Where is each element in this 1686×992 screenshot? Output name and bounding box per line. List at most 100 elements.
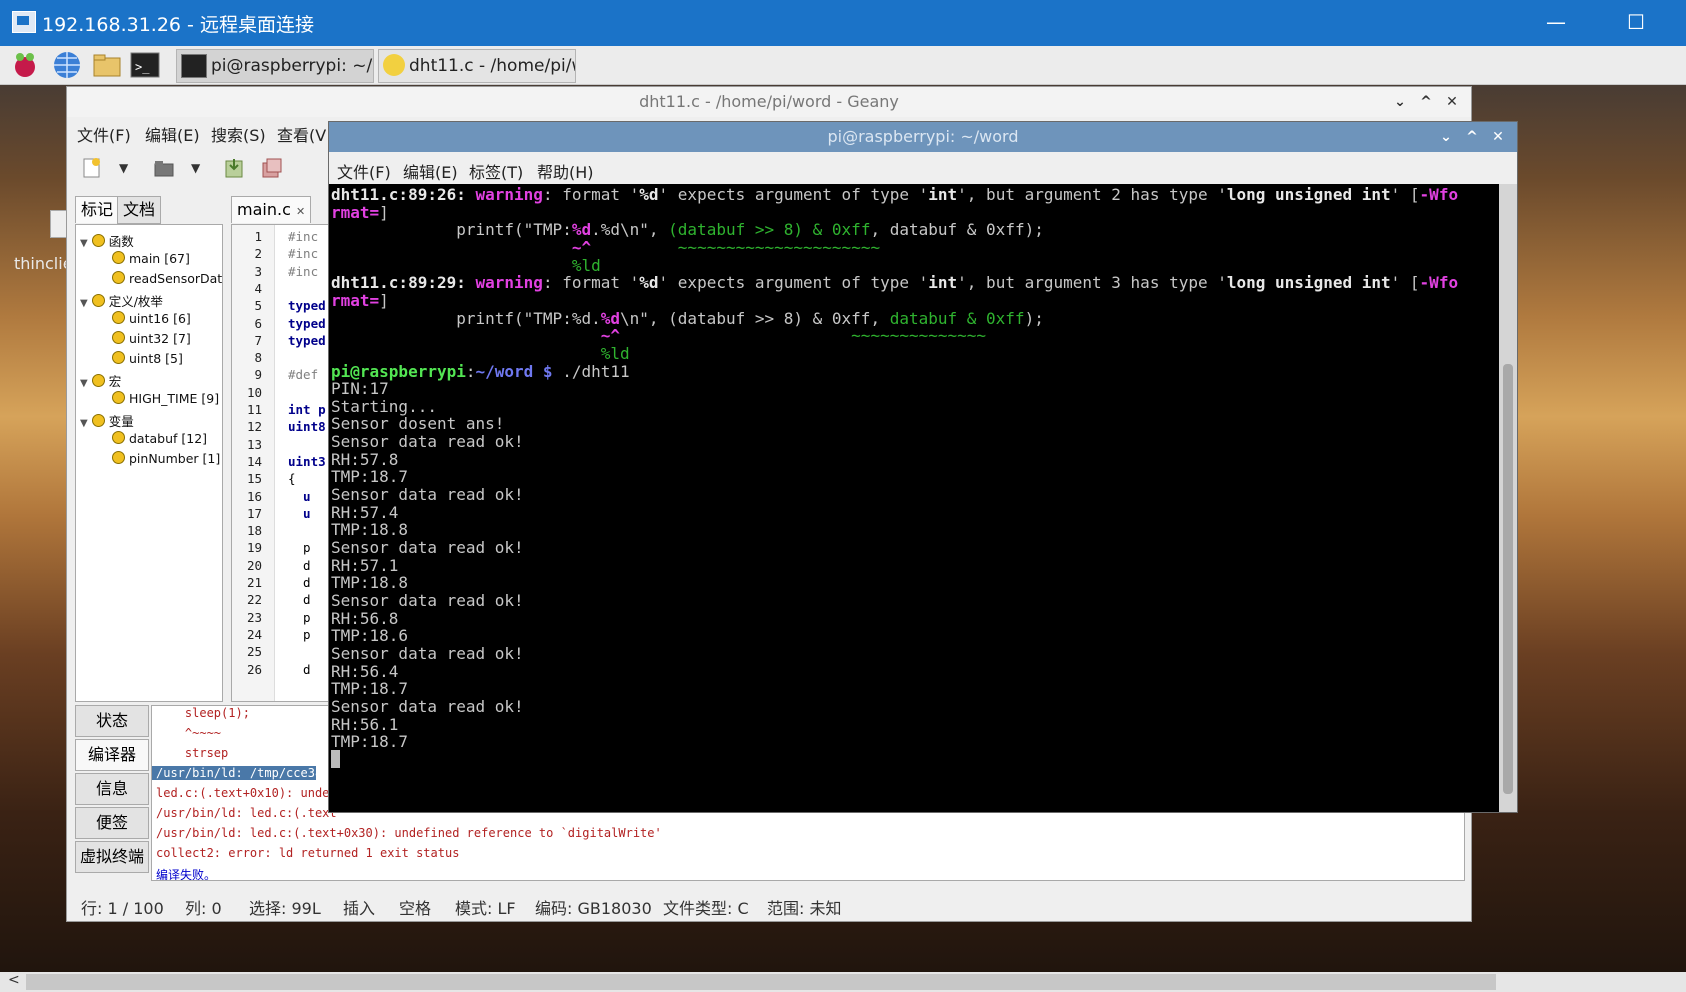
scroll-left-arrow-icon[interactable]: <	[8, 972, 20, 988]
maximize-button[interactable]: ☐	[1616, 6, 1656, 38]
compiler-message-line[interactable]: strsep	[156, 746, 228, 760]
geany-maximize-button[interactable]: ^	[1415, 87, 1437, 117]
menu-view[interactable]: 查看(V	[277, 122, 326, 146]
symbol-label: 变量	[108, 414, 134, 429]
term-menu-help[interactable]: 帮助(H)	[537, 159, 594, 183]
geany-close-button[interactable]: ✕	[1441, 87, 1463, 117]
line-number: 12	[246, 419, 262, 435]
menu-search[interactable]: 搜索(S)	[211, 122, 266, 146]
symbol-item[interactable]: ▼ 变量	[80, 411, 134, 430]
terminal-icon[interactable]: >_	[130, 50, 160, 80]
term-menu-edit[interactable]: 编辑(E)	[403, 159, 458, 183]
line-number: 11	[246, 402, 262, 417]
terminal-line: Sensor data read ok!	[331, 591, 524, 610]
compiler-message-line[interactable]: ^~~~~	[156, 726, 221, 740]
symbol-item[interactable]: main [67]	[112, 251, 190, 266]
message-tab[interactable]: 信息	[75, 773, 149, 805]
symbol-item[interactable]: databuf [12]	[112, 431, 207, 446]
compiler-message-line[interactable]: /usr/bin/ld: /tmp/cce38v	[152, 766, 316, 780]
symbol-item[interactable]: ▼ 定义/枚举	[80, 291, 163, 310]
status-scope: 范围: 未知	[767, 899, 842, 918]
message-tab[interactable]: 编译器	[75, 739, 149, 771]
terminal-close-button[interactable]: ✕	[1487, 122, 1509, 152]
symbol-item[interactable]: readSensorDat	[112, 271, 222, 286]
symbol-item[interactable]: uint8 [5]	[112, 351, 183, 366]
expander-icon[interactable]: ▼	[80, 298, 88, 309]
geany-minimize-button[interactable]: ⌄	[1389, 87, 1411, 117]
message-tab[interactable]: 虚拟终端	[75, 841, 149, 873]
save-all-icon[interactable]	[261, 157, 283, 179]
web-browser-icon[interactable]	[52, 50, 82, 80]
status-line: 行: 1 / 100	[81, 899, 164, 918]
terminal-text-segment: ~~~~~~~~~~~~~~	[851, 326, 987, 346]
symbol-item[interactable]: ▼ 函数	[80, 231, 134, 250]
terminal-scrollbar[interactable]	[1499, 184, 1517, 812]
menu-file[interactable]: 文件(F)	[77, 122, 131, 146]
desktop-icon-label[interactable]: thinclie	[14, 254, 73, 273]
raspberry-menu-icon[interactable]	[10, 50, 40, 80]
sidebar-tabs: 标记 文档	[75, 194, 223, 224]
symbol-tree: ▼ 函数 main [67] readSensorDat ▼ 定义/枚举 uint16 [6…	[75, 224, 223, 702]
compiler-message-line[interactable]: sleep(1);	[156, 706, 250, 720]
expander-icon[interactable]: ▼	[80, 378, 88, 389]
terminal-text-segment: ' expects argument of type '	[658, 273, 929, 293]
term-menu-file[interactable]: 文件(F)	[337, 159, 391, 183]
close-tab-icon[interactable]: ✕	[296, 205, 305, 218]
terminal-minimize-button[interactable]: ⌄	[1435, 122, 1457, 152]
terminal-text-segment: %d	[639, 273, 659, 293]
symbol-icon	[112, 251, 125, 264]
terminal-text-segment: ', but argument 2 has type '	[957, 185, 1227, 204]
code-line: d	[288, 592, 311, 608]
tab-documents[interactable]: 文档	[117, 196, 162, 224]
open-file-dropdown-icon[interactable]: ▼	[191, 157, 213, 179]
terminal-line: printf("TMP:%d.%d\n", (databuf >> 8) & 0…	[331, 220, 1044, 239]
line-number: 15	[246, 471, 262, 487]
terminal-maximize-button[interactable]: ^	[1461, 122, 1483, 152]
symbol-item[interactable]: ▼ 宏	[80, 371, 121, 390]
new-file-dropdown-icon[interactable]: ▼	[119, 157, 141, 179]
terminal-text-segment: dht11.c:89:26:	[331, 185, 476, 204]
symbol-icon	[112, 451, 125, 464]
message-tab[interactable]: 状态	[75, 705, 149, 737]
tab-symbols[interactable]: 标记	[75, 196, 120, 223]
task-geany[interactable]: dht11.c - /home/pi/w...	[378, 49, 576, 83]
terminal-output[interactable]: dht11.c:89:26: warning: format '%d' expe…	[329, 184, 1497, 812]
symbol-item[interactable]: pinNumber [1]	[112, 451, 220, 466]
horizontal-scrollbar-thumb[interactable]	[26, 974, 1496, 990]
compiler-message-line[interactable]: led.c:(.text+0x10): undef	[156, 786, 337, 800]
open-file-icon[interactable]	[153, 157, 175, 179]
file-manager-icon[interactable]	[92, 50, 122, 80]
symbol-item[interactable]: uint16 [6]	[112, 311, 191, 326]
new-file-icon[interactable]	[81, 157, 103, 179]
tab-main-c[interactable]: main.c ✕	[231, 196, 312, 223]
minimize-button[interactable]: —	[1536, 6, 1576, 38]
expander-icon[interactable]: ▼	[80, 238, 88, 249]
terminal-text-segment: ' expects argument of type '	[658, 185, 929, 204]
symbol-label: 函数	[108, 234, 134, 249]
terminal-text-segment: ]	[379, 290, 389, 310]
compiler-message-line[interactable]: /usr/bin/ld: led.c:(.text+0x30): undefin…	[156, 826, 662, 840]
compiler-message-line[interactable]: 编译失败。	[156, 866, 216, 880]
save-icon[interactable]	[223, 157, 245, 179]
terminal-text-segment: -Wfo	[1419, 185, 1459, 204]
expander-icon[interactable]: ▼	[80, 418, 88, 429]
symbol-item[interactable]: uint32 [7]	[112, 331, 191, 346]
terminal-text-segment: ~/word $	[475, 361, 553, 381]
symbol-item[interactable]: HIGH_TIME [9]	[112, 391, 219, 406]
terminal-text-segment: TMP:18.7	[331, 732, 409, 752]
compiler-message-line[interactable]: collect2: error: ld returned 1 exit stat…	[156, 846, 459, 860]
terminal-scrollbar-thumb[interactable]	[1503, 364, 1513, 794]
message-tab[interactable]: 便签	[75, 807, 149, 839]
term-menu-tabs[interactable]: 标签(T)	[469, 159, 523, 183]
task-terminal-label: pi@raspberrypi: ~/wo...	[211, 56, 373, 76]
task-terminal[interactable]: pi@raspberrypi: ~/wo...	[176, 49, 374, 83]
menu-edit[interactable]: 编辑(E)	[145, 122, 200, 146]
horizontal-scrollbar[interactable]: <	[0, 972, 1686, 992]
terminal-line: ~^ ~~~~~~~~~~~~~~~~~~~~~	[331, 238, 880, 257]
compiler-message-line[interactable]: /usr/bin/ld: led.c:(.text	[156, 806, 337, 820]
remote-desktop-icon	[12, 11, 36, 33]
